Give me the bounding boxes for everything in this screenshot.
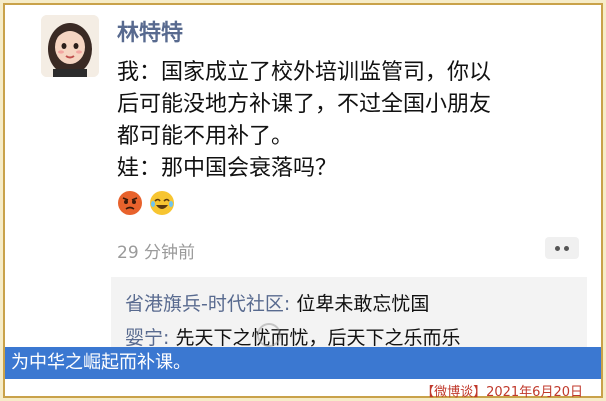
weibo-watermark-icon bbox=[257, 323, 281, 347]
comment-item[interactable]: 婴宁: 先天下之忧而忧，后天下之乐而乐 bbox=[125, 323, 460, 350]
post-body: 我：国家成立了校外培训监管司，你以 后可能没地方补课了，不过全国小朋友 都可能不… bbox=[117, 57, 587, 185]
avatar-illustration bbox=[41, 15, 99, 77]
angry-face-emoji bbox=[117, 190, 143, 216]
post-line: 后可能没地方补课了，不过全国小朋友 bbox=[117, 92, 492, 117]
source-tag: 【微博谈】2021年6月20日 bbox=[421, 385, 583, 400]
crying-laughing-emoji bbox=[149, 190, 175, 216]
comment-author[interactable]: 省港旗兵-时代社区: bbox=[125, 293, 290, 315]
comment-author[interactable]: 婴宁: bbox=[125, 327, 169, 349]
comment-item[interactable]: 省港旗兵-时代社区: 位卑未敢忘忧国 bbox=[125, 289, 429, 316]
post-line: 我：国家成立了校外培训监管司，你以 bbox=[117, 60, 492, 85]
caption-bar: 为中华之崛起而补课。 bbox=[5, 347, 601, 379]
comment-text: 位卑未敢忘忧国 bbox=[296, 293, 430, 315]
moments-post: 林特特 我：国家成立了校外培训监管司，你以 后可能没地方补课了，不过全国小朋友 … bbox=[5, 5, 601, 350]
avatar[interactable] bbox=[41, 15, 99, 77]
image-frame: 林特特 我：国家成立了校外培训监管司，你以 后可能没地方补课了，不过全国小朋友 … bbox=[3, 3, 603, 400]
post-line: 都可能不用补了。 bbox=[117, 124, 294, 149]
post-username[interactable]: 林特特 bbox=[117, 15, 183, 47]
emoji-row bbox=[117, 190, 175, 216]
more-options-button[interactable] bbox=[545, 237, 579, 259]
comments-section: 省港旗兵-时代社区: 位卑未敢忘忧国 婴宁: 先天下之忧而忧，后天下之乐而乐 bbox=[111, 277, 587, 350]
dot-icon bbox=[564, 245, 569, 251]
dot-icon bbox=[555, 245, 560, 251]
post-line: 娃：那中国会衰落吗？ bbox=[117, 156, 338, 181]
comment-text: 先天下之忧而忧，后天下之乐而乐 bbox=[175, 327, 461, 349]
post-timestamp: 29 分钟前 bbox=[117, 243, 196, 263]
